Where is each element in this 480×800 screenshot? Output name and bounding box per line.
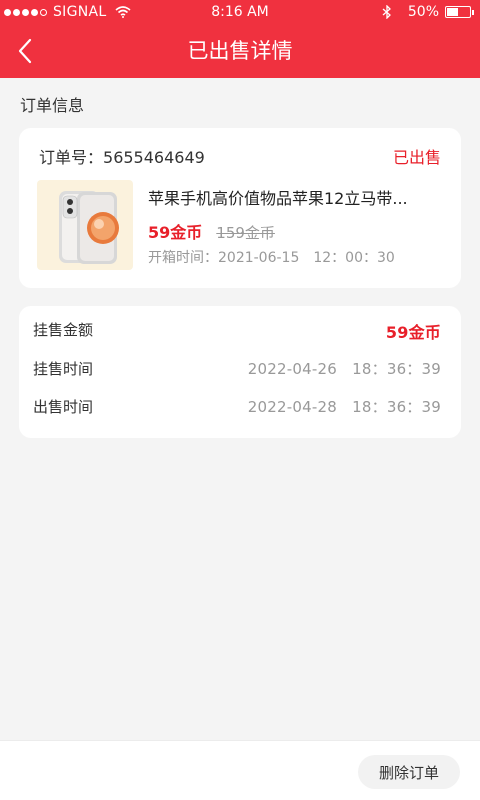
order-number: 订单号：5655464649 — [39, 144, 205, 167]
open-time: 开箱时间：2021-06-15 12：00：30 — [148, 247, 395, 267]
status-bar: SIGNAL 8:16 AM 50% — [0, 0, 480, 24]
section-title: 订单信息 — [20, 96, 85, 115]
list-time-row: 挂售时间 2022-04-26 18：36：39 — [33, 358, 441, 382]
order-number-label: 订单号： — [39, 148, 104, 167]
sold-time-row: 出售时间 2022-04-28 18：36：39 — [33, 396, 441, 420]
sold-time-value: 2022-04-28 18：36：39 — [247, 398, 441, 416]
battery-icon — [445, 6, 471, 18]
list-time-label: 挂售时间 — [33, 360, 94, 378]
phone-image — [59, 191, 119, 264]
product-image — [37, 180, 133, 270]
sold-time-label: 出售时间 — [33, 398, 94, 416]
list-price-label: 挂售金额 — [33, 321, 94, 339]
bottom-action-bar: 删除订单 — [0, 740, 480, 800]
bluetooth-icon — [382, 5, 391, 19]
product-original-price: 159金币 — [216, 224, 275, 242]
order-status-badge: 已出售 — [392, 148, 441, 167]
battery-percent: 50% — [407, 4, 439, 20]
order-number-value: 5655464649 — [103, 148, 205, 167]
page-title: 已出售详情 — [187, 39, 293, 63]
list-price-row: 挂售金额 59金币 — [33, 319, 441, 343]
product-price: 59金币 — [148, 223, 203, 242]
nav-bar: 已出售详情 — [0, 24, 480, 78]
delete-order-button[interactable]: 删除订单 — [358, 755, 460, 789]
open-time-label: 开箱时间： — [148, 250, 218, 266]
product-name: 苹果手机高价值物品苹果12立马带... — [148, 189, 408, 208]
list-price-value: 59金币 — [385, 323, 441, 342]
order-card: 订单号：5655464649 已出售 苹果手机高价值物品苹果12立马带... 5… — [19, 128, 461, 288]
open-time-value: 2021-06-15 12：00：30 — [218, 250, 395, 266]
list-time-value: 2022-04-26 18：36：39 — [247, 360, 441, 378]
listing-info-card: 挂售金额 59金币 挂售时间 2022-04-26 18：36：39 出售时间 … — [19, 306, 461, 438]
